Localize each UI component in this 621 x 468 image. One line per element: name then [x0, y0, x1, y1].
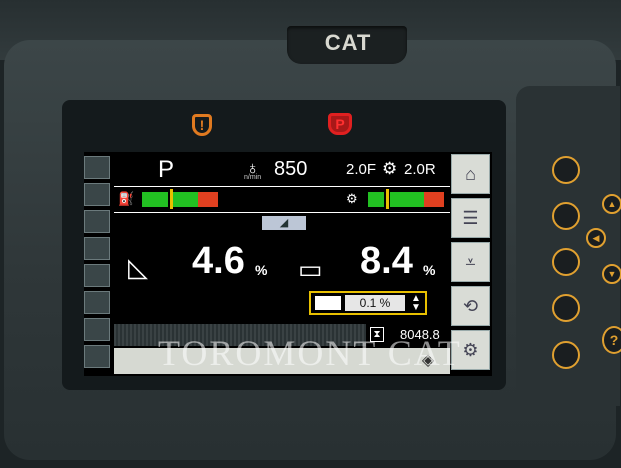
blade-slope-left-icon: ◺	[128, 252, 148, 282]
left-softkey-7[interactable]	[84, 318, 110, 341]
left-softkey-5[interactable]	[84, 264, 110, 287]
softkey-4[interactable]	[552, 294, 580, 322]
softkey-5[interactable]	[552, 341, 580, 369]
blade-icon[interactable]: ⩡	[451, 242, 490, 282]
engine-speed: 850	[274, 158, 308, 180]
fuel-gauge-needle	[170, 189, 173, 209]
blade-right-unit: %	[423, 262, 436, 278]
left-softkey-6[interactable]	[84, 291, 110, 314]
forward-speed: 2.0F	[346, 161, 377, 178]
softkey-3[interactable]	[552, 248, 580, 276]
temp-gauge-needle	[386, 189, 389, 209]
fuel-gauge-icon: ⛽	[118, 191, 135, 206]
menu-icon[interactable]: ☰	[451, 198, 490, 238]
fuel-gauge-seg	[172, 192, 198, 207]
nav-left-icon[interactable]: ◀	[586, 228, 606, 248]
blade-increment-value: 0.1 %	[345, 295, 405, 311]
blade-left-unit: %	[255, 262, 268, 278]
watermark: TOROMONT CAT	[158, 333, 462, 373]
cat-logo: CAT	[324, 30, 372, 55]
left-softkey-3[interactable]	[84, 210, 110, 233]
engine-speed-unit: n/min	[244, 174, 262, 181]
warning-lamp-icon: !	[192, 114, 212, 136]
fuel-gauge-seg	[142, 192, 168, 207]
reverse-speed: 2.0R	[404, 161, 436, 178]
temp-gauge-seg	[424, 192, 444, 207]
speed-gear-icon: ⚙	[382, 159, 398, 178]
status-row: P ♁ n/min 850 2.0F ⚙ 2.0R	[114, 156, 450, 184]
softkey-2[interactable]	[552, 202, 580, 230]
fuel-gauge-seg	[198, 192, 218, 207]
left-softkey-4[interactable]	[84, 237, 110, 260]
blade-increment-selector[interactable]: 0.1 % ▲ ▼	[309, 291, 427, 315]
parking-brake-icon: P	[328, 113, 352, 135]
gauge-row: ⛽ ⚙	[114, 186, 450, 213]
temp-gauge-seg	[390, 192, 424, 207]
gear-indicator: P	[158, 156, 175, 183]
blade-slope-right-icon: ▭	[298, 254, 323, 284]
nav-up-icon[interactable]: ▲	[602, 194, 621, 214]
temp-gauge-seg	[368, 192, 384, 207]
nav-down-icon[interactable]: ▼	[602, 264, 621, 284]
blade-mode-icon[interactable]: ◢	[262, 216, 306, 230]
left-softkey-8[interactable]	[84, 345, 110, 368]
blade-left-value: 4.6	[192, 240, 245, 282]
blade-right-value: 8.4	[360, 240, 413, 282]
blade-small-icon	[315, 296, 341, 310]
left-softkey-2[interactable]	[84, 183, 110, 206]
up-down-arrows-icon[interactable]: ▲ ▼	[408, 294, 424, 313]
softkey-1[interactable]	[552, 156, 580, 184]
help-icon[interactable]: ?	[602, 326, 621, 354]
fuel-gauge-bar	[142, 192, 222, 207]
home-icon[interactable]: ⌂	[451, 154, 490, 194]
left-softkey-1[interactable]	[84, 156, 110, 179]
temp-gauge-bar	[368, 192, 448, 207]
left-softkey-column	[84, 156, 112, 372]
transmission-temp-icon: ⚙	[346, 191, 358, 206]
rotate-icon[interactable]: ⟲	[451, 286, 490, 326]
